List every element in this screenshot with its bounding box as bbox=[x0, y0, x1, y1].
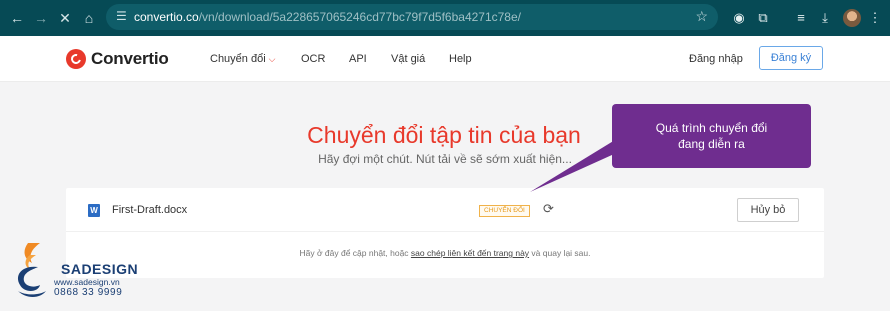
file-name: First-Draft.docx bbox=[112, 204, 188, 216]
signup-button[interactable]: Đăng ký bbox=[759, 46, 823, 70]
nav-help[interactable]: Help bbox=[449, 53, 472, 65]
file-row: W First-Draft.docx CHUYỂN ĐỔI ⟳ Hủy bỏ bbox=[66, 188, 824, 232]
forward-icon[interactable]: → bbox=[32, 9, 50, 27]
watermark-site: www.sadesign.vn bbox=[54, 277, 120, 287]
puzzle-icon[interactable]: ⧉ bbox=[754, 9, 772, 27]
convertio-logo-icon bbox=[66, 49, 86, 69]
watermark-name: SADESIGN bbox=[61, 261, 139, 277]
tune-icon[interactable]: ☰ bbox=[116, 9, 127, 23]
nav-convert-label: Chuyển đổi bbox=[210, 53, 266, 65]
star-icon[interactable]: ☆ bbox=[695, 8, 708, 25]
nav-ocr[interactable]: OCR bbox=[301, 53, 325, 65]
nav-convert[interactable]: Chuyển đổi ⌵ bbox=[210, 53, 275, 65]
status-badge: CHUYỂN ĐỔI bbox=[479, 205, 530, 217]
browser-toolbar: ← → ✕ ⌂ ☰ convertio.co/vn/download/5a228… bbox=[0, 0, 890, 36]
menu-icon[interactable]: ⋮ bbox=[866, 9, 884, 27]
close-icon[interactable]: ✕ bbox=[56, 9, 74, 27]
logo[interactable]: Convertio bbox=[66, 48, 169, 70]
avatar[interactable] bbox=[843, 9, 861, 27]
callout-line-1: Quá trình chuyển đổi bbox=[655, 121, 768, 135]
callout-line-2: đang diễn ra bbox=[678, 137, 745, 151]
sadesign-watermark: SADESIGN www.sadesign.vn 0868 33 9999 bbox=[8, 241, 148, 303]
extension-icon[interactable]: ◉ bbox=[730, 9, 748, 27]
home-icon[interactable]: ⌂ bbox=[80, 9, 98, 27]
download-icon[interactable]: ⤓ bbox=[816, 9, 834, 27]
cancel-button[interactable]: Hủy bỏ bbox=[737, 198, 799, 222]
address-bar[interactable]: ☰ convertio.co/vn/download/5a22865706524… bbox=[106, 4, 718, 30]
notice-text: Hãy ở đây để cập nhật, hoặc sao chép liê… bbox=[66, 248, 824, 258]
logo-text: Convertio bbox=[91, 49, 169, 68]
watermark-phone: 0868 33 9999 bbox=[54, 287, 123, 298]
copy-link[interactable]: sao chép liên kết đến trang này bbox=[411, 248, 529, 258]
annotation-callout: Quá trình chuyển đổi đang diễn ra bbox=[612, 104, 811, 168]
chevron-down-icon: ⌵ bbox=[268, 54, 276, 64]
media-icon[interactable]: ≡ bbox=[792, 9, 810, 27]
refresh-icon: ⟳ bbox=[543, 201, 554, 216]
sadesign-logo-icon bbox=[18, 243, 46, 297]
word-doc-icon: W bbox=[88, 204, 100, 217]
notice-prefix: Hãy ở đây để cập nhật, hoặc bbox=[299, 248, 411, 258]
nav-api[interactable]: API bbox=[349, 53, 367, 65]
url-text[interactable]: convertio.co/vn/download/5a228657065246c… bbox=[134, 10, 521, 24]
notice-suffix: và quay lại sau. bbox=[529, 248, 591, 258]
file-card: W First-Draft.docx CHUYỂN ĐỔI ⟳ Hủy bỏ H… bbox=[66, 188, 824, 278]
back-icon[interactable]: ← bbox=[8, 9, 26, 27]
url-path: /vn/download/5a228657065246cd77bc79f7d5f… bbox=[198, 10, 521, 24]
login-link[interactable]: Đăng nhập bbox=[689, 53, 743, 65]
nav-pricing[interactable]: Vật giá bbox=[391, 53, 425, 65]
site-header: Convertio Chuyển đổi ⌵ OCR API Vật giá He… bbox=[0, 36, 890, 82]
url-host: convertio.co bbox=[134, 10, 199, 24]
